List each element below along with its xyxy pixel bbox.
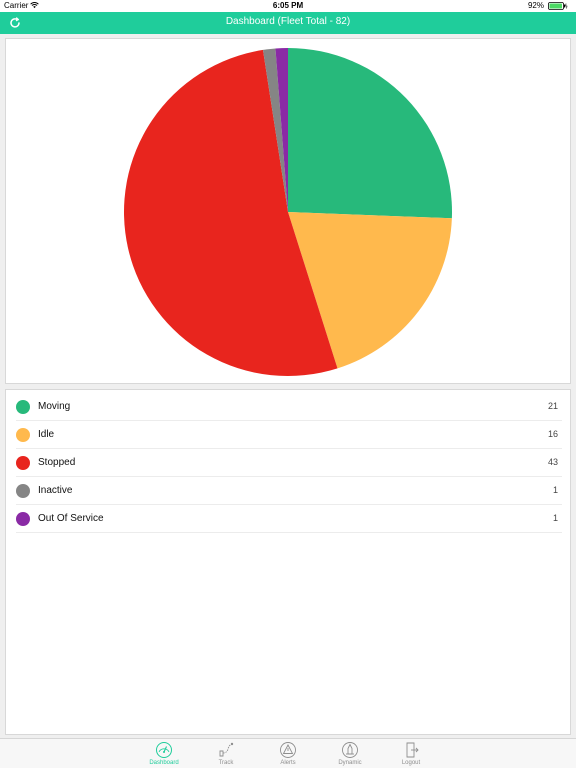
logout-icon xyxy=(406,742,419,758)
moving-color-dot xyxy=(16,400,30,414)
clock: 6:05 PM xyxy=(272,1,304,10)
pie-chart xyxy=(123,48,452,377)
legend-list: Moving 21 Idle 16 Stopped 43 Inactive 1 … xyxy=(5,389,571,735)
page-title: Dashboard (Fleet Total - 82) xyxy=(225,16,351,27)
idle-color-dot xyxy=(16,428,30,442)
legend-item-out-of-service[interactable]: Out Of Service 1 xyxy=(16,505,562,533)
tab-dynamic[interactable]: Dynamic xyxy=(327,741,373,768)
legend-item-inactive[interactable]: Inactive 1 xyxy=(16,477,562,505)
legend-count: 1 xyxy=(552,485,558,495)
tab-label: Track xyxy=(218,760,234,766)
tab-alerts[interactable]: Alerts xyxy=(265,741,311,768)
tab-label: Alerts xyxy=(280,760,296,766)
legend-count: 21 xyxy=(547,401,558,411)
pie-slice-moving xyxy=(288,48,452,219)
legend-count: 43 xyxy=(547,457,558,467)
tab-logout[interactable]: Logout xyxy=(388,741,434,768)
legend-label: Out Of Service xyxy=(38,513,104,524)
legend-count: 16 xyxy=(547,429,558,439)
tab-bar: Dashboard Track Alerts Dynamic Logout xyxy=(0,738,576,768)
battery-icon xyxy=(548,2,568,10)
battery-percent: 92% xyxy=(527,1,544,10)
stopped-color-dot xyxy=(16,456,30,470)
tab-label: Dashboard xyxy=(149,760,179,766)
nav-bar: Dashboard (Fleet Total - 82) xyxy=(0,12,576,34)
legend-item-idle[interactable]: Idle 16 xyxy=(16,421,562,449)
status-bar: Carrier 6:05 PM 92% xyxy=(0,0,576,12)
speedometer-icon xyxy=(156,742,172,758)
tab-track[interactable]: Track xyxy=(203,741,249,768)
dynamic-icon xyxy=(342,742,358,758)
tab-dashboard[interactable]: Dashboard xyxy=(141,741,187,768)
legend-label: Stopped xyxy=(38,457,76,468)
legend-label: Idle xyxy=(38,429,55,440)
out-of-service-color-dot xyxy=(16,512,30,526)
tab-label: Logout xyxy=(401,760,421,766)
route-icon xyxy=(219,742,234,757)
inactive-color-dot xyxy=(16,484,30,498)
legend-label: Inactive xyxy=(38,485,73,496)
legend-item-moving[interactable]: Moving 21 xyxy=(16,393,562,421)
warning-icon xyxy=(280,742,296,758)
tab-label: Dynamic xyxy=(338,760,362,766)
legend-label: Moving xyxy=(38,401,71,412)
legend-item-stopped[interactable]: Stopped 43 xyxy=(16,449,562,477)
legend-count: 1 xyxy=(552,513,558,523)
chart-card xyxy=(5,38,571,384)
